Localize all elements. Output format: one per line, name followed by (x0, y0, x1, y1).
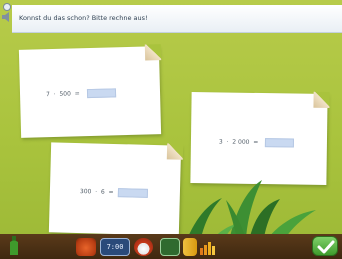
instruction-banner: Konnst du das schon? Bitte rechne aus! (12, 5, 342, 33)
game-scene: Konnst du das schon? Bitte rechne aus! 7… (0, 0, 342, 259)
answer-input[interactable] (117, 188, 149, 198)
clock-display: 7:00 (100, 238, 130, 256)
task-expression: 3 · 2 000 = (218, 138, 259, 146)
book-icon[interactable] (183, 238, 197, 256)
window-corner-icon (0, 0, 12, 12)
task-card-3: 300 · 6 = (48, 142, 184, 236)
task-expression: 7 · 500 = (45, 90, 80, 99)
paper-fold (313, 91, 330, 108)
task-expression: 300 · 6 = (79, 188, 114, 196)
check-button[interactable] (312, 236, 338, 256)
progress-icon[interactable] (160, 238, 180, 256)
paper-fold (166, 143, 184, 160)
gauge-icon[interactable] (134, 238, 153, 256)
home-button[interactable] (76, 238, 96, 256)
checkmark-icon (317, 240, 335, 254)
task-card-1: 7 · 500 = (18, 44, 162, 138)
paper-fold (144, 44, 162, 61)
bar-chart-icon[interactable] (199, 238, 219, 256)
answer-input[interactable] (86, 88, 117, 99)
instruction-text: Konnst du das schon? Bitte rechne aus! (19, 14, 148, 22)
answer-input[interactable] (264, 138, 295, 148)
bottle-icon (10, 236, 18, 255)
task-card-2: 3 · 2 000 = (190, 91, 330, 185)
speaker-icon[interactable] (1, 12, 13, 22)
